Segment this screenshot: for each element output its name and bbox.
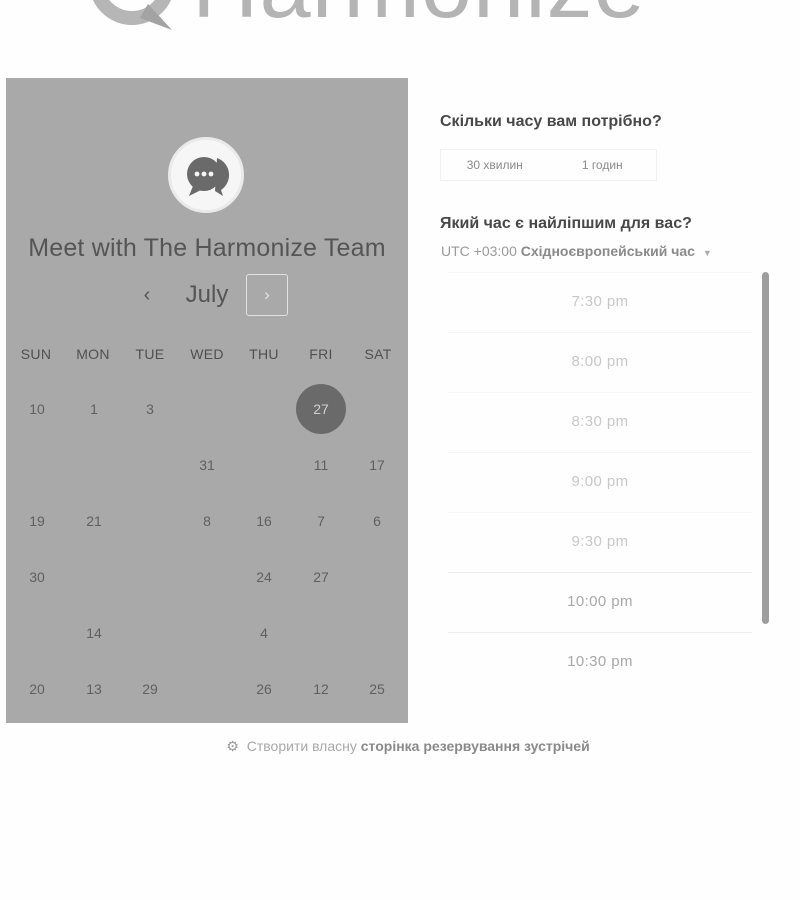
time-slot[interactable]: 10:30 pm xyxy=(448,632,752,692)
prev-month-button[interactable]: ‹ xyxy=(137,280,157,310)
duration-1-hour[interactable]: 1 годин xyxy=(549,150,657,180)
footer-text: Створити власну xyxy=(246,738,357,754)
chevron-down-icon: ▼ xyxy=(702,248,712,258)
calendar-day[interactable]: 16 xyxy=(239,496,289,546)
calendar-day[interactable]: 21 xyxy=(69,496,119,546)
scrollbar[interactable] xyxy=(762,272,769,624)
create-booking-page-link[interactable]: сторінка резервування зустрічей xyxy=(361,738,590,754)
chat-bubble-ellipsis-icon xyxy=(187,157,230,196)
calendar-day[interactable]: 3 xyxy=(125,384,175,434)
calendar-day[interactable]: 27 xyxy=(296,552,346,602)
timezone-offset: UTC +03:00 xyxy=(441,243,517,259)
calendar-day[interactable]: 6 xyxy=(352,496,402,546)
time-slot[interactable]: 8:30 pm xyxy=(448,392,752,452)
weekday-fri: FRI xyxy=(309,346,333,362)
duration-30-minutes[interactable]: 30 хвилин xyxy=(441,150,549,180)
duration-question: Скільки часу вам потрібно? xyxy=(440,113,662,130)
weekday-sat: SAT xyxy=(364,346,392,362)
month-navigation: ‹ July › xyxy=(6,274,408,318)
weekday-thu: THU xyxy=(249,346,279,362)
time-slot[interactable]: 8:00 pm xyxy=(448,332,752,392)
chat-bubble-logo-icon xyxy=(92,0,172,30)
time-slot[interactable]: 9:30 pm xyxy=(448,512,752,572)
calendar-day[interactable]: 20 xyxy=(12,664,62,714)
calendar-day[interactable]: 19 xyxy=(12,496,62,546)
weekday-sun: SUN xyxy=(20,346,52,362)
calendar-day[interactable]: 14 xyxy=(69,608,119,658)
footer: ⚙ Створити власну сторінка резервування … xyxy=(0,738,800,755)
time-slot[interactable]: 10:00 pm xyxy=(448,572,752,632)
calendar-day[interactable]: 1 xyxy=(69,384,119,434)
time-question: Який час є найліпшим для вас? xyxy=(440,215,692,232)
sprocket-icon: ⚙ xyxy=(226,738,239,754)
calendar-day[interactable]: 10 xyxy=(12,384,62,434)
month-label: July xyxy=(185,281,229,308)
calendar-day[interactable]: 7 xyxy=(296,496,346,546)
weekday-header: SUN MON TUE WED THU FRI SAT xyxy=(8,346,408,366)
calendar-day[interactable]: 4 xyxy=(239,608,289,658)
brand-name: Harmonize xyxy=(192,0,646,34)
timezone-name: Східноєвропейський час xyxy=(520,243,695,259)
duration-selector: 30 хвилин 1 годин xyxy=(440,149,657,181)
calendar-day[interactable]: 27 xyxy=(296,384,346,434)
calendar-day[interactable]: 24 xyxy=(239,552,289,602)
weekday-tue: TUE xyxy=(135,346,165,362)
calendar-day[interactable]: 25 xyxy=(352,664,402,714)
next-month-button[interactable]: › xyxy=(246,274,288,316)
brand-header: Harmonize xyxy=(88,0,646,34)
calendar-day[interactable]: 31 xyxy=(182,440,232,490)
calendar-day[interactable]: 17 xyxy=(352,440,402,490)
timezone-selector[interactable]: UTC +03:00 Східноєвропейський час ▼ xyxy=(441,243,712,259)
calendar-day[interactable]: 30 xyxy=(12,552,62,602)
scrollbar-thumb[interactable] xyxy=(762,272,769,624)
time-slot[interactable]: 7:30 pm xyxy=(448,272,752,332)
calendar-day[interactable]: 13 xyxy=(69,664,119,714)
calendar-day[interactable]: 26 xyxy=(239,664,289,714)
calendar-day[interactable]: 8 xyxy=(182,496,232,546)
time-slot[interactable]: 9:00 pm xyxy=(448,452,752,512)
meeting-title: Meet with The Harmonize Team xyxy=(28,234,386,262)
time-slot-list: 7:30 pm 8:00 pm 8:30 pm 9:00 pm 9:30 pm … xyxy=(448,272,752,692)
weekday-mon: MON xyxy=(76,346,110,362)
calendar-day[interactable]: 29 xyxy=(125,664,175,714)
avatar xyxy=(168,137,244,213)
calendar-panel: Meet with The Harmonize Team ‹ July › SU… xyxy=(6,78,408,723)
weekday-wed: WED xyxy=(190,346,224,362)
calendar-day[interactable]: 12 xyxy=(296,664,346,714)
calendar-day[interactable]: 11 xyxy=(296,440,346,490)
